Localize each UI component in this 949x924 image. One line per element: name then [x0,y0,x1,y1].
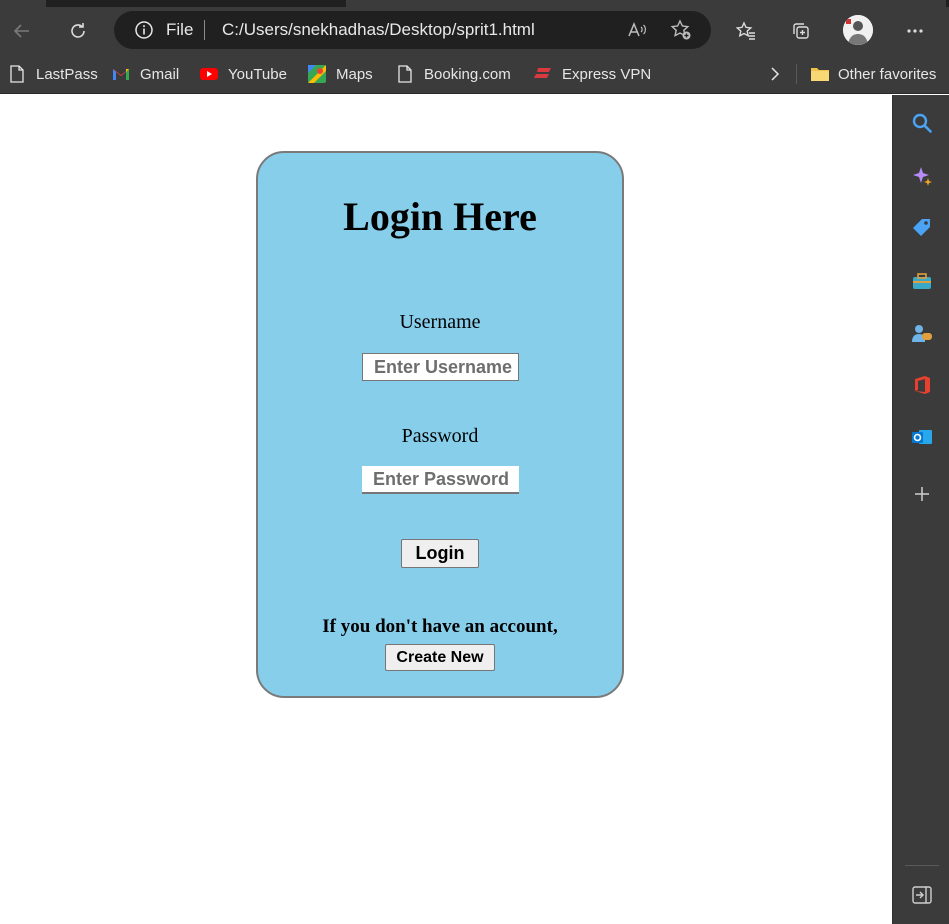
favorites-icon[interactable] [730,15,762,47]
tools-icon[interactable] [909,268,935,294]
tab-edge[interactable] [346,0,946,7]
page-icon [8,65,26,83]
edge-sidebar [892,95,949,924]
gmail-icon [112,65,130,83]
username-input[interactable] [362,353,519,381]
read-aloud-icon[interactable] [626,19,648,41]
shopping-icon[interactable] [909,215,935,241]
favorite-label: YouTube [228,65,287,83]
other-favorites-label: Other favorites [838,65,937,83]
add-favorite-icon[interactable] [670,19,692,41]
info-icon[interactable] [134,20,154,40]
username-label: Username [399,311,481,333]
favorite-youtube[interactable]: YouTube [200,63,287,85]
profile-avatar[interactable] [843,15,873,45]
search-icon[interactable] [909,110,935,136]
more-icon[interactable] [899,15,931,47]
login-button[interactable]: Login [401,539,479,568]
favorite-booking[interactable]: Booking.com [396,63,511,85]
other-favorites[interactable]: Other favorites [810,63,936,85]
hide-sidebar-icon[interactable] [909,882,935,908]
file-label: File [166,20,194,39]
favorite-expressvpn[interactable]: Express VPN [534,63,651,85]
collections-icon[interactable] [785,15,817,47]
favorite-label: Maps [336,65,373,83]
active-tab-edge[interactable] [0,0,46,7]
page-title: Login Here [343,194,537,239]
outlook-icon[interactable] [909,424,935,450]
back-icon[interactable] [6,15,38,47]
copilot-icon[interactable] [909,163,935,189]
address-separator [204,20,205,40]
tab-strip [0,0,949,7]
office-icon[interactable] [909,372,935,398]
favorite-maps[interactable]: Maps [308,63,373,85]
favorite-lastpass[interactable]: LastPass [8,63,98,85]
maps-icon [308,65,326,83]
favorites-separator [796,64,797,84]
browser-toolbar: File C:/Users/snekhadhas/Desktop/sprit1.… [0,7,949,55]
expressvpn-icon [534,65,552,83]
games-icon[interactable] [909,320,935,346]
address-bar[interactable]: File C:/Users/snekhadhas/Desktop/sprit1.… [114,11,711,49]
create-new-button[interactable]: Create New [385,644,495,671]
favorite-label: LastPass [36,65,98,83]
login-card: Login Here Username Password Login If yo… [256,151,624,698]
favorite-label: Gmail [140,65,180,83]
folder-icon [810,65,829,83]
signup-note: If you don't have an account, [322,616,558,637]
add-icon[interactable] [909,481,935,507]
password-label: Password [401,425,479,447]
sidebar-divider [905,865,939,866]
url-text[interactable]: C:/Users/snekhadhas/Desktop/sprit1.html [222,20,535,40]
chevron-right-icon[interactable] [766,63,784,85]
youtube-icon [200,65,218,83]
refresh-icon[interactable] [62,15,94,47]
favorite-label: Express VPN [562,65,652,83]
favorite-gmail[interactable]: Gmail [112,63,179,85]
password-input[interactable] [362,466,519,494]
page-icon [396,65,414,83]
favorite-label: Booking.com [424,65,511,83]
favorites-bar: LastPass Gmail YouTube Maps Booking.com … [0,55,949,94]
